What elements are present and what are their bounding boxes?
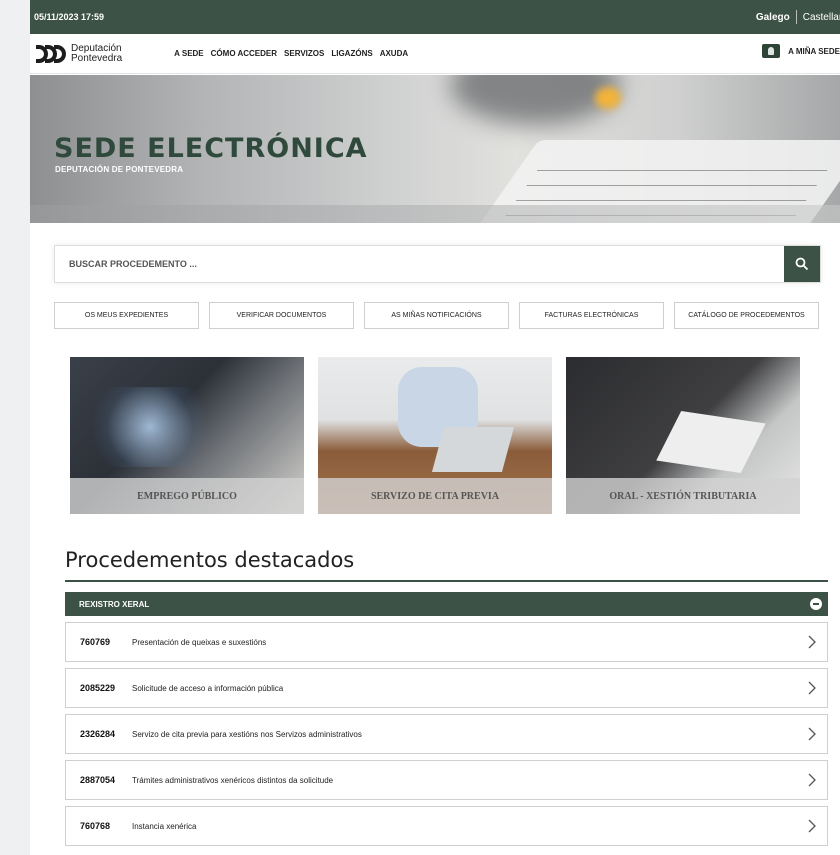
search-input[interactable] xyxy=(55,259,755,269)
language-galego[interactable]: Galego xyxy=(756,12,790,23)
card-label: SERVIZO DE CITA PREVIA xyxy=(318,478,552,514)
procedure-row[interactable]: 2085229 Solicitude de acceso a informaci… xyxy=(65,668,828,708)
search-icon xyxy=(795,257,809,271)
card-label: EMPREGO PÚBLICO xyxy=(70,478,304,514)
quick-link-as-minas-notificacions[interactable]: AS MIÑAS NOTIFICACIÓNS xyxy=(364,302,509,329)
feature-cards: EMPREGO PÚBLICO SERVIZO DE CITA PREVIA O… xyxy=(70,357,800,514)
procedure-label: Presentación de queixas e suxestións xyxy=(132,637,267,647)
hero-subtitle: DEPUTACIÓN DE PONTEVEDRA xyxy=(55,165,184,174)
featured-accordion: REXISTRO XERAL 760769 Presentación de qu… xyxy=(65,592,828,846)
nav-item-a-sede[interactable]: A SEDE xyxy=(174,49,204,58)
logo-text: Deputación Pontevedra xyxy=(71,42,123,64)
site-header: Deputación Pontevedra A SEDE CÓMO ACCEDE… xyxy=(30,34,840,74)
procedure-label: Servizo de cita previa para xestións nos… xyxy=(132,729,362,739)
procedure-label: Solicitude de acceso a información públi… xyxy=(132,683,284,693)
page: 05/11/2023 17:59 Galego Castellano Deput… xyxy=(30,0,840,855)
card-servizo-cita-previa[interactable]: SERVIZO DE CITA PREVIA xyxy=(318,357,552,514)
logo-line-2: Pontevedra xyxy=(71,52,123,64)
user-card-icon xyxy=(762,44,781,58)
top-bar: 05/11/2023 17:59 Galego Castellano xyxy=(30,0,840,34)
procedure-row[interactable]: 2326284 Servizo de cita previa para xest… xyxy=(65,714,828,754)
chevron-right-icon xyxy=(808,773,816,787)
nav-item-servizos[interactable]: SERVIZOS xyxy=(284,49,324,58)
hero-bottom-strip xyxy=(30,205,840,223)
logo-line-1: Deputación xyxy=(71,42,122,54)
procedure-code: 760768 xyxy=(80,821,111,831)
chevron-right-icon xyxy=(808,819,816,833)
quick-links: OS MEUS EXPEDIENTES VERIFICAR DOCUMENTOS… xyxy=(54,302,819,329)
language-castellano[interactable]: Castellano xyxy=(803,12,840,23)
my-sede-button[interactable]: A MIÑA SEDE xyxy=(762,44,840,58)
nav-item-ligazons[interactable]: LIGAZÓNS xyxy=(331,49,372,58)
chevron-right-icon xyxy=(808,635,816,649)
procedure-search xyxy=(54,245,821,283)
quick-link-facturas-electronicas[interactable]: FACTURAS ELECTRÓNICAS xyxy=(519,302,664,329)
hero-banner: SEDE ELECTRÓNICA DEPUTACIÓN DE PONTEVEDR… xyxy=(30,75,840,223)
quick-link-verificar-documentos[interactable]: VERIFICAR DOCUMENTOS xyxy=(209,302,354,329)
collapse-icon[interactable] xyxy=(810,598,822,610)
site-logo[interactable]: Deputación Pontevedra xyxy=(36,42,123,64)
procedure-code: 2326284 xyxy=(80,729,116,739)
section-divider xyxy=(65,580,828,582)
procedure-code: 2887054 xyxy=(80,775,116,785)
window-left-margin xyxy=(0,0,30,855)
accordion-header[interactable]: REXISTRO XERAL xyxy=(65,592,828,616)
my-sede-label: A MIÑA SEDE xyxy=(788,46,840,56)
quick-link-catalogo-procedementos[interactable]: CATÁLOGO DE PROCEDEMENTOS xyxy=(674,302,819,329)
hero-light xyxy=(595,87,621,109)
procedure-row[interactable]: 760769 Presentación de queixas e suxesti… xyxy=(65,622,828,662)
accordion-title: REXISTRO XERAL xyxy=(79,599,150,609)
language-separator xyxy=(795,10,797,24)
procedure-code: 760769 xyxy=(80,637,111,647)
chevron-right-icon xyxy=(808,727,816,741)
quick-link-os-meus-expedientes[interactable]: OS MEUS EXPEDIENTES xyxy=(54,302,199,329)
featured-section-title: Procedementos destacados xyxy=(65,548,355,572)
procedure-row[interactable]: 760768 Instancia xenérica xyxy=(65,806,828,846)
main-nav: A SEDE CÓMO ACCEDER SERVIZOS LIGAZÓNS AX… xyxy=(174,49,408,58)
procedure-label: Instancia xenérica xyxy=(132,821,197,831)
nav-item-axuda[interactable]: AXUDA xyxy=(380,49,408,58)
nav-item-como-acceder[interactable]: CÓMO ACCEDER xyxy=(211,49,277,58)
card-oral-xestion-tributaria[interactable]: ORAL - XESTIÓN TRIBUTARIA xyxy=(566,357,800,514)
card-emprego-publico[interactable]: EMPREGO PÚBLICO xyxy=(70,357,304,514)
chevron-right-icon xyxy=(808,681,816,695)
current-datetime: 05/11/2023 17:59 xyxy=(34,12,105,22)
language-switcher: Galego Castellano xyxy=(756,0,840,34)
hero-title: SEDE ELECTRÓNICA xyxy=(54,133,368,164)
procedure-label: Trámites administrativos xenéricos disti… xyxy=(132,775,334,785)
procedure-row[interactable]: 2887054 Trámites administrativos xenéric… xyxy=(65,760,828,800)
procedure-code: 2085229 xyxy=(80,683,116,693)
deputacion-logo-icon xyxy=(36,44,66,63)
search-button[interactable] xyxy=(784,246,820,282)
card-label: ORAL - XESTIÓN TRIBUTARIA xyxy=(566,478,800,514)
